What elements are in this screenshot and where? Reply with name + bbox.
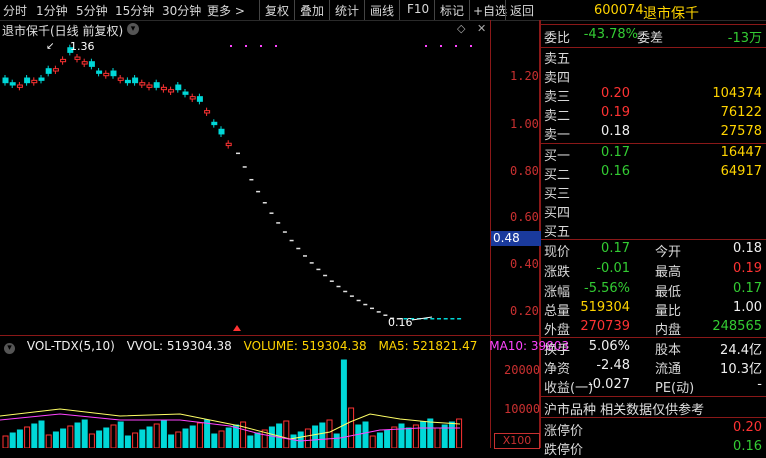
weibi-row: 委比 -43.78% 委差 -13万 (544, 27, 762, 46)
ma5-value: MA5: 521821.47 (378, 339, 478, 353)
limit-up-row: 涨停价 0.20 (544, 420, 762, 439)
bid-row[interactable]: 买二 0.16 64917 (541, 164, 766, 183)
volume-chart (0, 359, 463, 448)
stats-button[interactable]: 统计 (335, 2, 359, 19)
stock-header: 600074 退市保千 (541, 0, 766, 25)
price-tick: 0.80 (510, 164, 539, 178)
candlestick-chart: ↙ 1.36 0.16 (2, 40, 472, 331)
min-price-label: 0.16 (388, 316, 413, 329)
stat-row: 外盘 270739 内盘 248565 (544, 319, 762, 338)
more-menu[interactable]: 更多 > (207, 2, 245, 19)
bid-row[interactable]: 买四 (541, 202, 766, 221)
stat-row: 涨幅 -5.56% 最低 0.17 (544, 281, 762, 300)
price-tick: 1.20 (510, 69, 539, 83)
price-tick: 1.00 (510, 117, 539, 131)
tab-5min[interactable]: 5分钟 (76, 2, 108, 19)
ask-row[interactable]: 卖三 0.20 104374 (541, 86, 766, 105)
mark-button[interactable]: 标记 (440, 2, 464, 19)
weicha-value: -13万 (727, 31, 762, 46)
ask-row[interactable]: 卖五 (541, 48, 766, 67)
draw-line-button[interactable]: 画线 (370, 2, 394, 19)
volume-tick: 10000 (504, 402, 541, 416)
bid-row[interactable]: 买一 0.17 16447 (541, 145, 766, 164)
overlay-button[interactable]: 叠加 (300, 2, 324, 19)
vvol-value: VVOL: 519304.38 (126, 339, 232, 353)
back-button[interactable]: 返回 (510, 2, 534, 19)
volume-indicator-bar: ▾ VOL-TDX(5,10) VVOL: 519304.38 VOLUME: … (4, 339, 577, 354)
indicator-name[interactable]: VOL-TDX(5,10) (27, 339, 115, 353)
svg-text:↙: ↙ (46, 41, 54, 52)
chart-divider (0, 335, 539, 336)
ask-row[interactable]: 卖二 0.19 76122 (541, 105, 766, 124)
max-price-label: 1.36 (70, 40, 95, 53)
price-tick: 0.20 (510, 304, 539, 318)
volume-tick: 20000 (504, 363, 541, 377)
stat-row: 现价 0.17 今开 0.18 (544, 241, 762, 260)
bid-row[interactable]: 买五 (541, 221, 766, 240)
quote-panel: 600074 退市保千 委比 -43.78% 委差 -13万 卖五 卖四 卖三 0… (541, 0, 766, 458)
tab-1min[interactable]: 1分钟 (36, 2, 68, 19)
volume-value: VOLUME: 519304.38 (243, 339, 367, 353)
fin-row: 收益(一) -0.027 PE(动) - (544, 377, 762, 396)
stock-name: 退市保千 (643, 6, 699, 22)
f10-button[interactable]: F10 (407, 2, 429, 16)
bid-row[interactable]: 买三 (541, 183, 766, 202)
ask-row[interactable]: 卖四 (541, 67, 766, 86)
chevron-down-icon[interactable]: ▾ (4, 343, 15, 354)
fuquan-button[interactable]: 复权 (265, 2, 289, 19)
tab-30min[interactable]: 30分钟 (162, 2, 201, 19)
ask-row[interactable]: 卖一 0.18 27578 (541, 124, 766, 143)
add-watchlist-button[interactable]: +自选 (473, 2, 507, 19)
tab-fenshi[interactable]: 分时 (3, 2, 27, 19)
stock-code: 600074 (594, 3, 644, 18)
volume-unit-badge: X100 (494, 433, 540, 449)
current-price-tag: 0.48 (491, 231, 541, 246)
weibi-value: -43.78% (583, 27, 638, 42)
tab-15min[interactable]: 15分钟 (115, 2, 154, 19)
price-tick: 0.40 (510, 257, 539, 271)
limit-down-row: 跌停价 0.16 (544, 439, 762, 458)
price-tick: 0.60 (510, 210, 539, 224)
fin-row: 净资 -2.48 流通 10.3亿 (544, 358, 762, 377)
section-title: 沪市品种 相关数据仅供参考 (544, 403, 705, 418)
stat-row: 总量 519304 量比 1.00 (544, 300, 762, 319)
stat-row: 涨跌 -0.01 最高 0.19 (544, 261, 762, 280)
fin-row: 换手 5.06% 股本 24.4亿 (544, 339, 762, 358)
